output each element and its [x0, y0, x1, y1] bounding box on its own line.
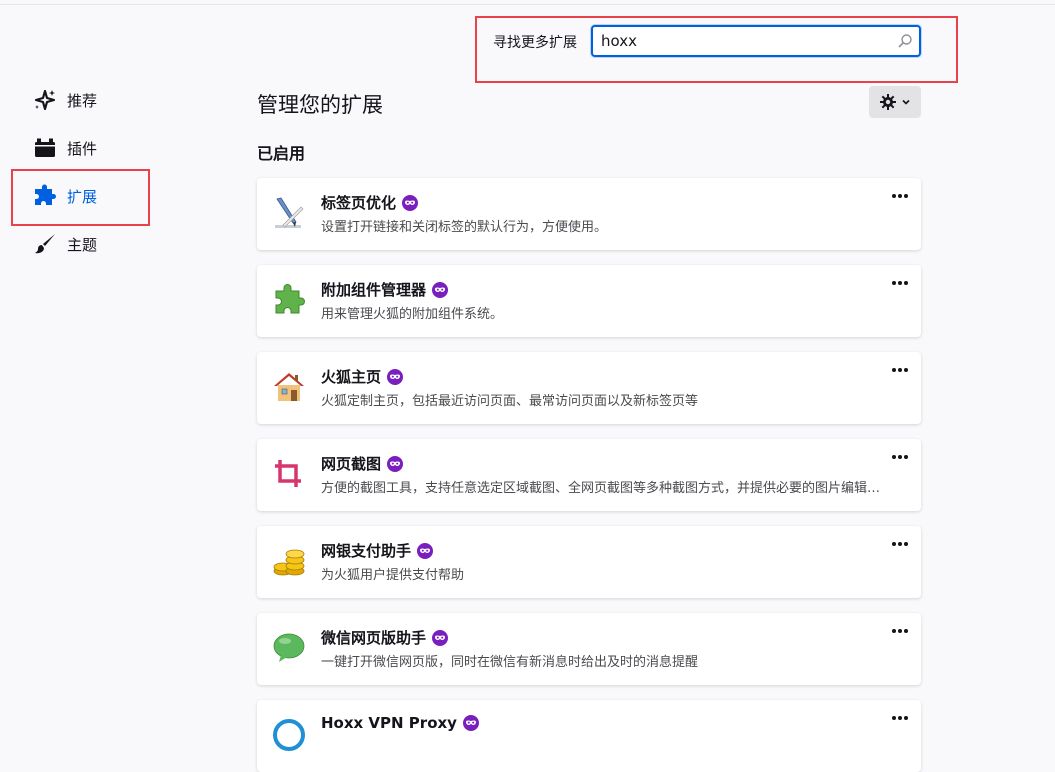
crop-icon: [275, 460, 301, 487]
addon-card[interactable]: 网银支付助手 为火狐用户提供支付帮助: [257, 526, 921, 598]
private-browsing-badge-icon: [462, 715, 479, 731]
more-options-button[interactable]: [889, 710, 911, 726]
top-border: [0, 0, 1055, 5]
private-browsing-badge-icon: [402, 194, 419, 211]
more-options-button[interactable]: [889, 362, 911, 378]
addon-description: 设置打开链接和关闭标签的默认行为，方便使用。: [321, 220, 608, 235]
more-options-button[interactable]: [889, 449, 911, 465]
sidebar-item-extensions[interactable]: 扩展: [33, 181, 97, 211]
sparkle-icon: [33, 88, 57, 112]
chevron-down-icon: [902, 99, 910, 105]
hoxx-icon: [273, 719, 305, 751]
plugin-icon: [33, 136, 57, 160]
addon-name: 标签页优化: [321, 194, 397, 212]
sidebar-item-label: 推荐: [67, 91, 98, 110]
sidebar-item-themes[interactable]: 主题: [33, 229, 97, 259]
section-title-enabled: 已启用: [257, 144, 306, 163]
addon-card[interactable]: 附加组件管理器 用来管理火狐的附加组件系统。: [257, 265, 921, 337]
addon-name: Hoxx VPN Proxy: [321, 714, 457, 732]
addon-description: 为火狐用户提供支付帮助: [321, 568, 465, 583]
search-label: 寻找更多扩展: [493, 35, 577, 51]
sidebar-item-label: 插件: [67, 139, 98, 158]
addon-name: 附加组件管理器: [321, 281, 427, 299]
search-box[interactable]: [591, 25, 921, 57]
gear-icon: [880, 94, 896, 110]
addon-description: 方便的截图工具，支持任意选定区域截图、全网页截图等多种截图方式，并提供必要的图片…: [321, 481, 891, 496]
search-input[interactable]: [601, 32, 881, 50]
sidebar-item-recommended[interactable]: 推荐: [33, 85, 97, 115]
addon-name: 火狐主页: [321, 368, 382, 386]
sidebar-item-plugins[interactable]: 插件: [33, 133, 97, 163]
more-options-button[interactable]: [889, 275, 911, 291]
addon-description: 用来管理火狐的附加组件系统。: [321, 307, 504, 322]
sidebar-item-label: 主题: [67, 235, 98, 254]
pen-ruler-icon: [275, 197, 304, 228]
brush-icon: [33, 232, 57, 256]
private-browsing-badge-icon: [432, 281, 449, 298]
private-browsing-badge-icon: [387, 368, 404, 385]
addon-name: 网银支付助手: [321, 542, 412, 560]
more-options-button[interactable]: [889, 623, 911, 639]
addon-name: 网页截图: [321, 455, 382, 473]
addon-card[interactable]: 网页截图 方便的截图工具，支持任意选定区域截图、全网页截图等多种截图方式，并提供…: [257, 439, 921, 511]
more-options-button[interactable]: [889, 188, 911, 204]
green-puzzle-icon: [275, 284, 305, 314]
house-icon: [274, 373, 304, 401]
more-options-button[interactable]: [889, 536, 911, 552]
private-browsing-badge-icon: [417, 542, 434, 559]
page-title: 管理您的扩展: [257, 93, 383, 117]
puzzle-icon: [33, 184, 57, 208]
search-icon[interactable]: [897, 33, 913, 49]
addon-description: 火狐定制主页，包括最近访问页面、最常访问页面以及新标签页等: [321, 394, 699, 409]
wechat-icon: [273, 633, 305, 662]
sidebar-item-label: 扩展: [67, 187, 98, 206]
coins-icon: [273, 549, 305, 576]
addon-card[interactable]: 标签页优化 设置打开链接和关闭标签的默认行为，方便使用。: [257, 178, 921, 250]
private-browsing-badge-icon: [432, 629, 449, 646]
addon-card[interactable]: Hoxx VPN Proxy: [257, 700, 921, 772]
addon-name: 微信网页版助手: [321, 629, 427, 647]
addon-card[interactable]: 火狐主页 火狐定制主页，包括最近访问页面、最常访问页面以及新标签页等: [257, 352, 921, 424]
addon-description: 一键打开微信网页版，同时在微信有新消息时给出及时的消息提醒: [321, 655, 699, 670]
private-browsing-badge-icon: [387, 455, 404, 472]
addon-card[interactable]: 微信网页版助手 一键打开微信网页版，同时在微信有新消息时给出及时的消息提醒: [257, 613, 921, 685]
tools-menu-button[interactable]: [869, 86, 921, 118]
